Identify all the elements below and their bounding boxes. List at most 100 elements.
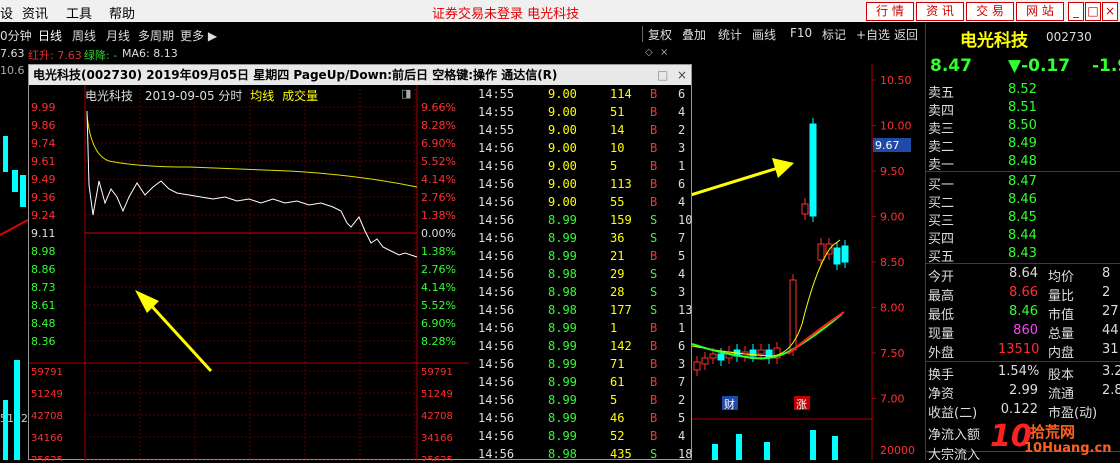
tab-more[interactable]: 更多 ▶ [180,27,217,44]
tick-count: 18 [678,447,693,461]
stats-button[interactable]: 统计 [718,26,742,43]
ask-row[interactable]: 卖二 8.49 [926,135,1120,155]
ask-row[interactable]: 卖三 8.50 [926,117,1120,137]
adjust-button[interactable]: 复权 [648,26,672,43]
tick-side: S [650,231,658,245]
price-axis-label: 9.24 [31,209,56,222]
kline-chart: 10.50 10.00 9.50 9.00 8.50 8.00 7.50 7.00 9.67 20… [692,64,915,460]
tick-price: 8.99 [548,321,577,335]
stats-label: 股本 [1048,368,1075,383]
tick-price: 8.99 [548,339,577,353]
ask-row[interactable]: 卖一 8.48 [926,153,1120,173]
block-inflow-label: 大宗流入 [928,448,981,463]
tab-weekly[interactable]: 周线 [72,27,96,44]
tick-volume: 1 [610,321,618,335]
vol-axis-label: 25625 [31,455,63,461]
tick-volume: 51 [610,105,625,119]
overlay-button[interactable]: 叠加 [682,26,706,43]
price-axis-label: 9.86 [31,119,56,132]
tick-count: 3 [678,141,686,155]
minimize-button[interactable]: _ [1068,2,1084,21]
tab-minutes[interactable]: 0分钟 [0,27,32,44]
vol-axis-label-right: 42708 [421,411,453,422]
order-level-price: 8.51 [1008,100,1037,115]
menu-item-help[interactable]: 帮助 [109,3,135,22]
tick-row: 14:56 8.98 29 S 4 [470,265,692,283]
pct-axis-label: 5.52% [421,299,456,312]
order-level-price: 8.47 [1008,174,1037,189]
mark-button[interactable]: 标记 [822,26,846,43]
pct-axis-label: 1.38% [421,209,456,222]
stats-value: 44 [1102,323,1119,338]
dialog-close-icon[interactable]: × [677,65,687,85]
dialog-maximize-icon[interactable]: □ [657,65,668,85]
stats-row: 最高 8.66 量比 2 [926,284,1120,304]
kline-vol-axis-label: 20000 [880,444,915,457]
draw-button[interactable]: 画线 [752,26,776,43]
price-axis-label: 9.11 [31,227,56,240]
add-watchlist-button[interactable]: +自选 [856,26,890,43]
kline-vol-bar [712,444,718,460]
tick-time: 14:56 [478,159,515,173]
bid-row[interactable]: 买三 8.45 [926,209,1120,229]
tab-monthly[interactable]: 月线 [106,27,130,44]
tick-time: 14:56 [478,447,515,461]
bid-row[interactable]: 买四 8.44 [926,227,1120,247]
indicator-last: 7.63 [0,47,25,60]
pct-axis-label: 4.14% [421,173,456,186]
kline-vol-bar [736,434,742,460]
kline-axis-label: 7.50 [880,347,905,360]
chart-close-icon[interactable]: × [660,47,668,58]
price-axis-label: 9.61 [31,155,56,168]
tick-row: 14:56 8.99 21 B 5 [470,247,692,265]
bid-row[interactable]: 买二 8.46 [926,191,1120,211]
ask-row[interactable]: 卖四 8.51 [926,99,1120,119]
quote-panel: 电光科技 002730 8.47 ▼-0.17 -1.97 卖五8.52卖四8.… [925,23,1120,463]
kline-candle [709,353,717,359]
quotes-button[interactable]: 行 情 [866,2,914,21]
stats-value: 27 [1102,304,1119,319]
chart-control-icon[interactable]: ◇ [645,47,653,58]
f10-button[interactable]: F10 [790,26,812,40]
price-axis-label: 8.73 [31,281,56,294]
tick-price: 8.99 [548,231,577,245]
tick-time: 14:56 [478,411,515,425]
bid-row[interactable]: 买一 8.47 [926,173,1120,193]
stats-row: 最低 8.46 市值 27 [926,303,1120,323]
stats-value: 860 [1013,323,1038,338]
menu-item-tools[interactable]: 工具 [66,3,92,22]
maximize-button[interactable]: □ [1085,2,1101,21]
tab-daily[interactable]: 日线 [38,27,62,44]
order-level-price: 8.48 [1008,154,1037,169]
indicator-green-fall: 绿降: - [84,49,118,62]
stats-label: 均价 [1048,270,1075,285]
tab-multi-period[interactable]: 多周期 [138,27,174,44]
tick-row: 14:56 8.99 142 B 6 [470,337,692,355]
back-button[interactable]: 返回 [894,26,918,43]
order-level-price: 8.52 [1008,82,1037,97]
watermark-url: 10Huang.cn [1024,441,1112,456]
tick-row: 14:56 8.99 46 B 5 [470,409,692,427]
left-vol-bar [3,400,8,460]
trade-button[interactable]: 交 易 [966,2,1014,21]
tick-time: 14:56 [478,321,515,335]
stats-label: 最低 [928,308,955,323]
price-axis-label: 8.86 [31,263,56,276]
price-line [86,110,418,258]
pct-axis-label: 8.28% [421,119,456,132]
tick-price: 9.00 [548,159,577,173]
website-button[interactable]: 网 站 [1016,2,1064,21]
tick-side: B [650,249,658,263]
watermark-cn: 拾荒网 [1030,423,1076,441]
menu-item-system[interactable]: 设 [0,3,13,22]
kline-vol-bar [832,436,838,460]
bid-row[interactable]: 买五 8.43 [926,245,1120,265]
close-button[interactable]: × [1102,2,1118,21]
dialog-title-bar[interactable]: 电光科技(002730) 2019年09月05日 星期四 PageUp/Down… [29,65,691,85]
news-button[interactable]: 资 讯 [916,2,964,21]
watermark-logo: 10 拾荒网 10Huang.cn [990,419,1112,456]
menu-item-news[interactable]: 资讯 [22,3,48,22]
ask-row[interactable]: 卖五 8.52 [926,81,1120,101]
annotation-arrow [145,299,213,373]
stats-label: 收益(二) [928,406,978,421]
